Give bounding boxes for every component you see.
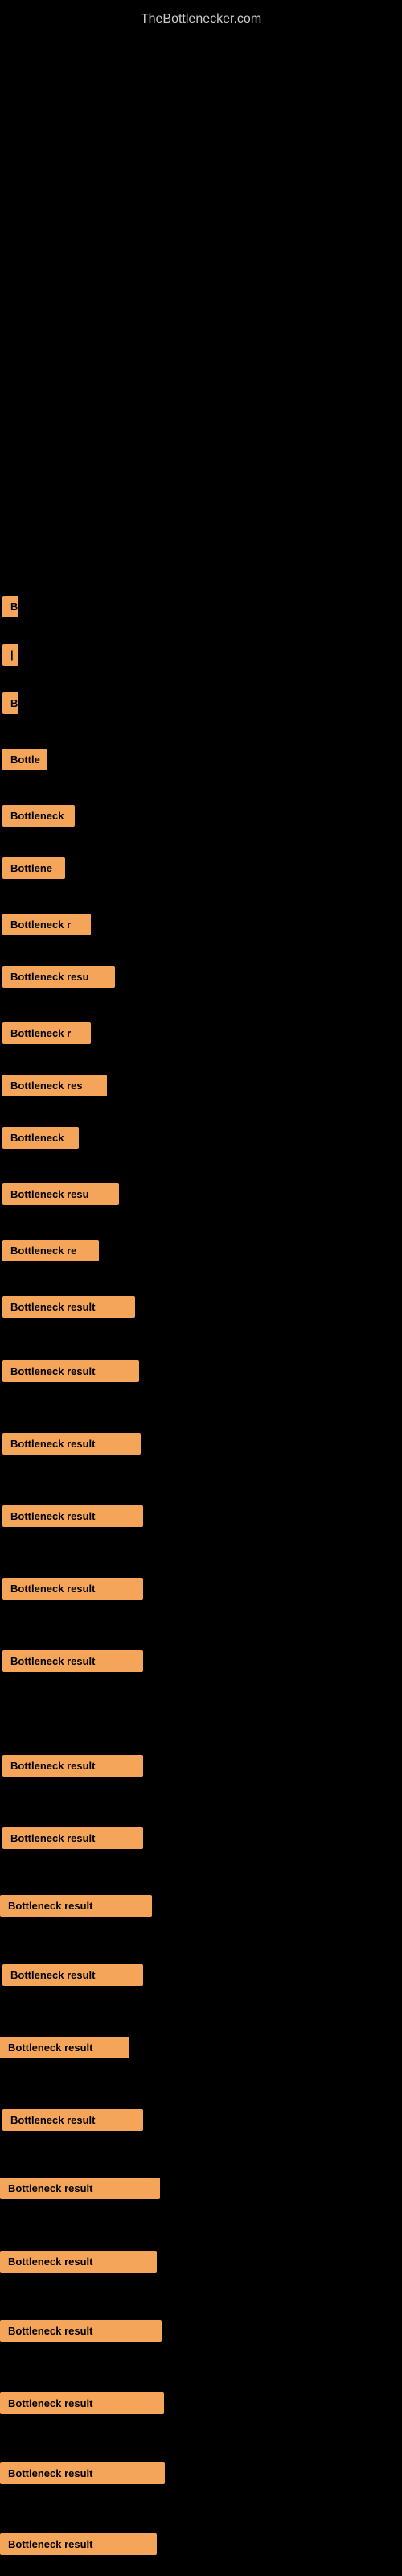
bottleneck-result-item: Bottleneck result xyxy=(0,2462,165,2484)
bottleneck-result-item: Bottleneck xyxy=(2,1127,79,1149)
bottleneck-result-item: B xyxy=(2,596,18,617)
site-title: TheBottlenecker.com xyxy=(0,4,402,35)
bottleneck-result-item: Bottleneck result xyxy=(0,1895,152,1917)
bottleneck-result-item: Bottleneck result xyxy=(0,2037,129,2058)
bottleneck-result-item: Bottleneck result xyxy=(2,1755,143,1777)
bottleneck-result-item: Bottle xyxy=(2,749,47,770)
bottleneck-result-item: Bottleneck result xyxy=(2,1827,143,1849)
bottleneck-result-item: Bottleneck res xyxy=(2,1075,107,1096)
bottleneck-result-item: Bottleneck result xyxy=(2,1360,139,1382)
bottleneck-result-item: Bottleneck result xyxy=(0,2178,160,2199)
bottleneck-result-item: Bottleneck result xyxy=(0,2392,164,2414)
bottleneck-result-item: Bottleneck result xyxy=(0,2251,157,2273)
bottleneck-result-item: Bottleneck result xyxy=(2,1964,143,1986)
bottleneck-result-item: Bottleneck result xyxy=(2,1505,143,1527)
bottleneck-result-item: Bottleneck re xyxy=(2,1240,99,1261)
bottleneck-result-item: Bottleneck resu xyxy=(2,1183,119,1205)
bottleneck-result-item: Bottleneck result xyxy=(2,1578,143,1600)
bottleneck-result-item: Bottleneck resu xyxy=(2,966,115,988)
bottleneck-result-item: Bottleneck result xyxy=(0,2533,157,2555)
bottleneck-result-item: Bottleneck result xyxy=(2,1296,135,1318)
bottleneck-result-item: Bottleneck result xyxy=(2,1433,141,1455)
bottleneck-result-item: | xyxy=(2,644,18,666)
bottleneck-result-item: Bottleneck result xyxy=(2,2109,143,2131)
bottleneck-result-item: Bottleneck result xyxy=(2,1650,143,1672)
bottleneck-result-item: Bottleneck r xyxy=(2,1022,91,1044)
bottleneck-result-item: Bottleneck result xyxy=(0,2320,162,2342)
bottleneck-result-item: B xyxy=(2,692,18,714)
bottleneck-result-item: Bottleneck r xyxy=(2,914,91,935)
bottleneck-result-item: Bottlene xyxy=(2,857,65,879)
bottleneck-result-item: Bottleneck xyxy=(2,805,75,827)
